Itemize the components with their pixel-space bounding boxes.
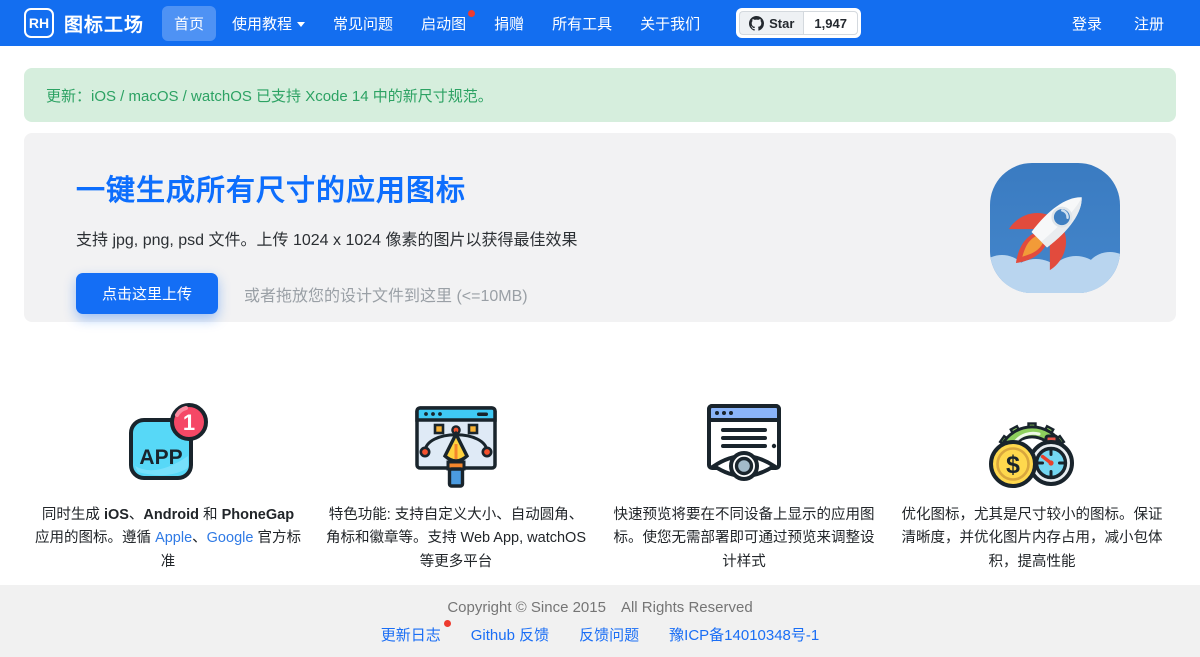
feature-custom-options: 特色功能: 支持自定义大小、自动圆角、角标和徽章等。支持 Web App, wa… [312,400,600,574]
nav-item-tutorial[interactable]: 使用教程 [220,6,317,41]
github-icon [749,16,764,31]
svg-text:APP: APP [139,446,182,469]
nav-item-faq[interactable]: 常见问题 [321,6,405,41]
nav-item-donate[interactable]: 捐赠 [482,6,536,41]
feature-optimize: $ 优化图标，尤其是尺寸较小的图标。保证清晰度，并优化图片内存占用，减小包体积，… [888,400,1176,574]
brand[interactable]: RH 图标工场 [24,8,144,38]
nav-item-all-tools[interactable]: 所有工具 [540,6,624,41]
login-link[interactable]: 登录 [1062,6,1112,41]
main-nav: 首页 使用教程 常见问题 启动图 捐赠 所有工具 关于我们 [160,6,714,41]
feedback-link[interactable]: 反馈问题 [579,624,639,645]
feature-text: 优化图标，尤其是尺寸较小的图标。保证清晰度，并优化图片内存占用，减小包体积，提高… [898,504,1166,574]
feature-text: 特色功能: 支持自定义大小、自动圆角、角标和徽章等。支持 Web App, wa… [322,504,590,574]
apple-standard-link[interactable]: Apple [155,530,192,546]
footer-links: 更新日志 Github 反馈 反馈问题 豫ICP备14010348号-1 [0,624,1200,645]
hero-subtitle: 支持 jpg, png, psd 文件。上传 1024 x 1024 像素的图片… [76,226,1120,250]
google-standard-link[interactable]: Google [207,530,254,546]
vector-pen-browser-icon [406,400,506,492]
update-alert: 更新：iOS / macOS / watchOS 已支持 Xcode 14 中的… [24,68,1176,122]
brand-name: 图标工场 [64,10,144,37]
app-badge-icon: APP 1 [118,400,218,492]
nav-item-about[interactable]: 关于我们 [628,6,712,41]
upload-hero-card: 一键生成所有尺寸的应用图标 支持 jpg, png, psd 文件。上传 102… [24,133,1176,322]
rh-logo: RH [24,8,54,38]
page-footer: Copyright © Since 2015 All Rights Reserv… [0,585,1200,657]
feature-text: 同时生成 iOS、Android 和 PhoneGap 应用的图标。遵循 App… [34,504,302,574]
new-badge [444,620,451,627]
svg-text:$: $ [1006,451,1020,479]
nav-item-tutorial-label: 使用教程 [232,16,292,33]
github-star-label: Star [769,16,794,31]
new-badge [468,10,475,17]
copyright-text: Copyright © Since 2015 All Rights Reserv… [0,599,1200,616]
upload-button[interactable]: 点击这里上传 [76,273,218,314]
rocket-app-icon [990,163,1120,293]
chevron-down-icon [297,22,305,27]
nav-item-home[interactable]: 首页 [162,6,216,41]
update-alert-text: 更新：iOS / macOS / watchOS 已支持 Xcode 14 中的… [46,85,493,106]
changelog-link[interactable]: 更新日志 [381,624,441,645]
nav-item-launch-image[interactable]: 启动图 [409,6,478,41]
github-star-button[interactable]: Star 1,947 [736,8,861,38]
github-feedback-link[interactable]: Github 反馈 [471,624,549,645]
auth-nav: 登录 注册 [1060,6,1176,41]
feature-text: 快速预览将要在不同设备上显示的应用图标。使您无需部署即可通过预览来调整设计样式 [610,504,878,574]
top-navbar: RH 图标工场 首页 使用教程 常见问题 启动图 捐赠 所有工具 关于我们 St… [0,0,1200,46]
nav-item-launch-image-label: 启动图 [421,16,466,33]
svg-text:1: 1 [183,410,195,435]
features-row: APP 1 同时生成 iOS、Android 和 PhoneGap 应用的图标。… [24,400,1176,574]
github-star-count: 1,947 [803,11,858,35]
feature-generate-icons: APP 1 同时生成 iOS、Android 和 PhoneGap 应用的图标。… [24,400,312,574]
page-title: 一键生成所有尺寸的应用图标 [76,167,1120,209]
preview-eye-browser-icon [694,400,794,492]
optimize-performance-icon: $ [982,400,1082,492]
drop-hint-text: 或者拖放您的设计文件到这里 (<=10MB) [244,282,528,306]
feature-quick-preview: 快速预览将要在不同设备上显示的应用图标。使您无需部署即可通过预览来调整设计样式 [600,400,888,574]
changelog-label: 更新日志 [381,627,441,644]
icp-license-link[interactable]: 豫ICP备14010348号-1 [669,624,819,645]
register-link[interactable]: 注册 [1124,6,1174,41]
